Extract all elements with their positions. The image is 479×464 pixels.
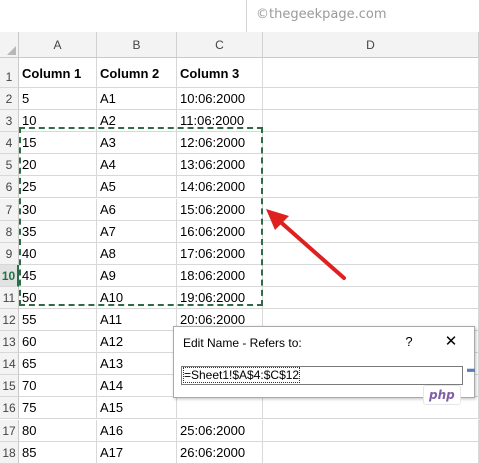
cell-b5[interactable]: A4 bbox=[97, 154, 177, 177]
cell-b16[interactable]: A15 bbox=[97, 397, 177, 420]
cell-d4[interactable] bbox=[263, 132, 479, 155]
cell-a7[interactable]: 30 bbox=[19, 198, 97, 221]
cell-a12[interactable]: 55 bbox=[19, 309, 97, 332]
cell-b14[interactable]: A13 bbox=[97, 353, 177, 376]
cell-b9[interactable]: A8 bbox=[97, 242, 177, 265]
refers-to-input[interactable]: =Sheet1!$A$4:$C$12 bbox=[181, 366, 463, 385]
cell-a18[interactable]: 85 bbox=[19, 441, 97, 464]
cell-d3[interactable] bbox=[263, 110, 479, 133]
cell-a6[interactable]: 25 bbox=[19, 176, 97, 199]
row-header-5[interactable]: 5 bbox=[0, 154, 19, 177]
row-header-15[interactable]: 15 bbox=[0, 375, 19, 398]
column-header-c[interactable]: C bbox=[177, 32, 263, 58]
row-header-4[interactable]: 4 bbox=[0, 132, 19, 155]
select-all-icon bbox=[7, 46, 16, 55]
cell-c18[interactable]: 26:06:2000 bbox=[177, 441, 263, 464]
row-header-11[interactable]: 11 bbox=[0, 286, 19, 309]
cell-a8[interactable]: 35 bbox=[19, 220, 97, 243]
row-header-2[interactable]: 2 bbox=[0, 88, 19, 111]
cell-b10[interactable]: A9 bbox=[97, 264, 177, 287]
cell-c6[interactable]: 14:06:2000 bbox=[177, 176, 263, 199]
cell-d5[interactable] bbox=[263, 154, 479, 177]
cell-b2[interactable]: A1 bbox=[97, 88, 177, 111]
row-header-10[interactable]: 10 bbox=[0, 264, 19, 287]
cell-c5[interactable]: 13:06:2000 bbox=[177, 154, 263, 177]
cell-c17[interactable]: 25:06:2000 bbox=[177, 419, 263, 442]
cell-c2[interactable]: 10:06:2000 bbox=[177, 88, 263, 111]
cell-a10[interactable]: 45 bbox=[19, 264, 97, 287]
cell-a16[interactable]: 75 bbox=[19, 397, 97, 420]
row-header-17[interactable]: 17 bbox=[0, 419, 19, 442]
column-header-b[interactable]: B bbox=[97, 32, 177, 58]
row-header-7[interactable]: 7 bbox=[0, 198, 19, 221]
dialog-title: Edit Name - Refers to: bbox=[183, 336, 302, 350]
cell-c16[interactable] bbox=[177, 397, 263, 420]
cell-b1[interactable]: Column 2 bbox=[97, 58, 177, 88]
cell-c1[interactable]: Column 3 bbox=[177, 58, 263, 88]
formula-bar-divider bbox=[246, 0, 247, 32]
cell-a4[interactable]: 15 bbox=[19, 132, 97, 155]
cell-a9[interactable]: 40 bbox=[19, 242, 97, 265]
cell-b3[interactable]: A2 bbox=[97, 110, 177, 133]
cell-c9[interactable]: 17:06:2000 bbox=[177, 242, 263, 265]
cell-a2[interactable]: 5 bbox=[19, 88, 97, 111]
cell-a15[interactable]: 70 bbox=[19, 375, 97, 398]
row-header-9[interactable]: 9 bbox=[0, 242, 19, 265]
cell-b4[interactable]: A3 bbox=[97, 132, 177, 155]
row-header-16[interactable]: 16 bbox=[0, 397, 19, 420]
help-button[interactable]: ? bbox=[400, 332, 418, 352]
cell-a14[interactable]: 65 bbox=[19, 353, 97, 376]
refers-to-value: =Sheet1!$A$4:$C$12 bbox=[182, 367, 301, 383]
cell-a1[interactable]: Column 1 bbox=[19, 58, 97, 88]
cell-d11[interactable] bbox=[263, 286, 479, 309]
row-header-13[interactable]: 13 bbox=[0, 331, 19, 354]
cell-b18[interactable]: A17 bbox=[97, 441, 177, 464]
cell-d17[interactable] bbox=[263, 419, 479, 442]
red-arrow-icon bbox=[266, 209, 346, 280]
column-header-d[interactable]: D bbox=[263, 32, 479, 58]
row-header-1[interactable]: 1 bbox=[0, 58, 19, 88]
cell-b17[interactable]: A16 bbox=[97, 419, 177, 442]
cell-a5[interactable]: 20 bbox=[19, 154, 97, 177]
cell-b6[interactable]: A5 bbox=[97, 176, 177, 199]
cell-c4[interactable]: 12:06:2000 bbox=[177, 132, 263, 155]
cell-c7[interactable]: 15:06:2000 bbox=[177, 198, 263, 221]
cell-b15[interactable]: A14 bbox=[97, 375, 177, 398]
cell-a17[interactable]: 80 bbox=[19, 419, 97, 442]
row-header-12[interactable]: 12 bbox=[0, 309, 19, 332]
cell-a13[interactable]: 60 bbox=[19, 331, 97, 354]
cell-b8[interactable]: A7 bbox=[97, 220, 177, 243]
cell-b11[interactable]: A10 bbox=[97, 286, 177, 309]
cell-d6[interactable] bbox=[263, 176, 479, 199]
formula-bar-area: ©thegeekpage.com bbox=[0, 0, 479, 32]
php-badge: php bbox=[423, 385, 461, 405]
row-header-14[interactable]: 14 bbox=[0, 353, 19, 376]
cell-d1[interactable] bbox=[263, 58, 479, 88]
row-header-8[interactable]: 8 bbox=[0, 220, 19, 243]
cell-c8[interactable]: 16:06:2000 bbox=[177, 220, 263, 243]
cell-a3[interactable]: 10 bbox=[19, 110, 97, 133]
close-button[interactable]: ✕ bbox=[440, 332, 462, 352]
cell-b7[interactable]: A6 bbox=[97, 198, 177, 221]
cell-c3[interactable]: 11:06:2000 bbox=[177, 110, 263, 133]
collapse-dialog-icon[interactable] bbox=[467, 366, 475, 385]
row-header-6[interactable]: 6 bbox=[0, 176, 19, 199]
cell-b12[interactable]: A11 bbox=[97, 309, 177, 332]
cell-c11[interactable]: 19:06:2000 bbox=[177, 286, 263, 309]
select-all-button[interactable] bbox=[0, 32, 19, 58]
cell-b13[interactable]: A12 bbox=[97, 331, 177, 354]
cell-a11[interactable]: 50 bbox=[19, 286, 97, 309]
cell-c10[interactable]: 18:06:2000 bbox=[177, 264, 263, 287]
cell-d18[interactable] bbox=[263, 441, 479, 464]
column-header-a[interactable]: A bbox=[19, 32, 97, 58]
row-header-3[interactable]: 3 bbox=[0, 110, 19, 133]
cell-d2[interactable] bbox=[263, 88, 479, 111]
watermark: ©thegeekpage.com bbox=[256, 7, 387, 22]
row-header-18[interactable]: 18 bbox=[0, 441, 19, 464]
